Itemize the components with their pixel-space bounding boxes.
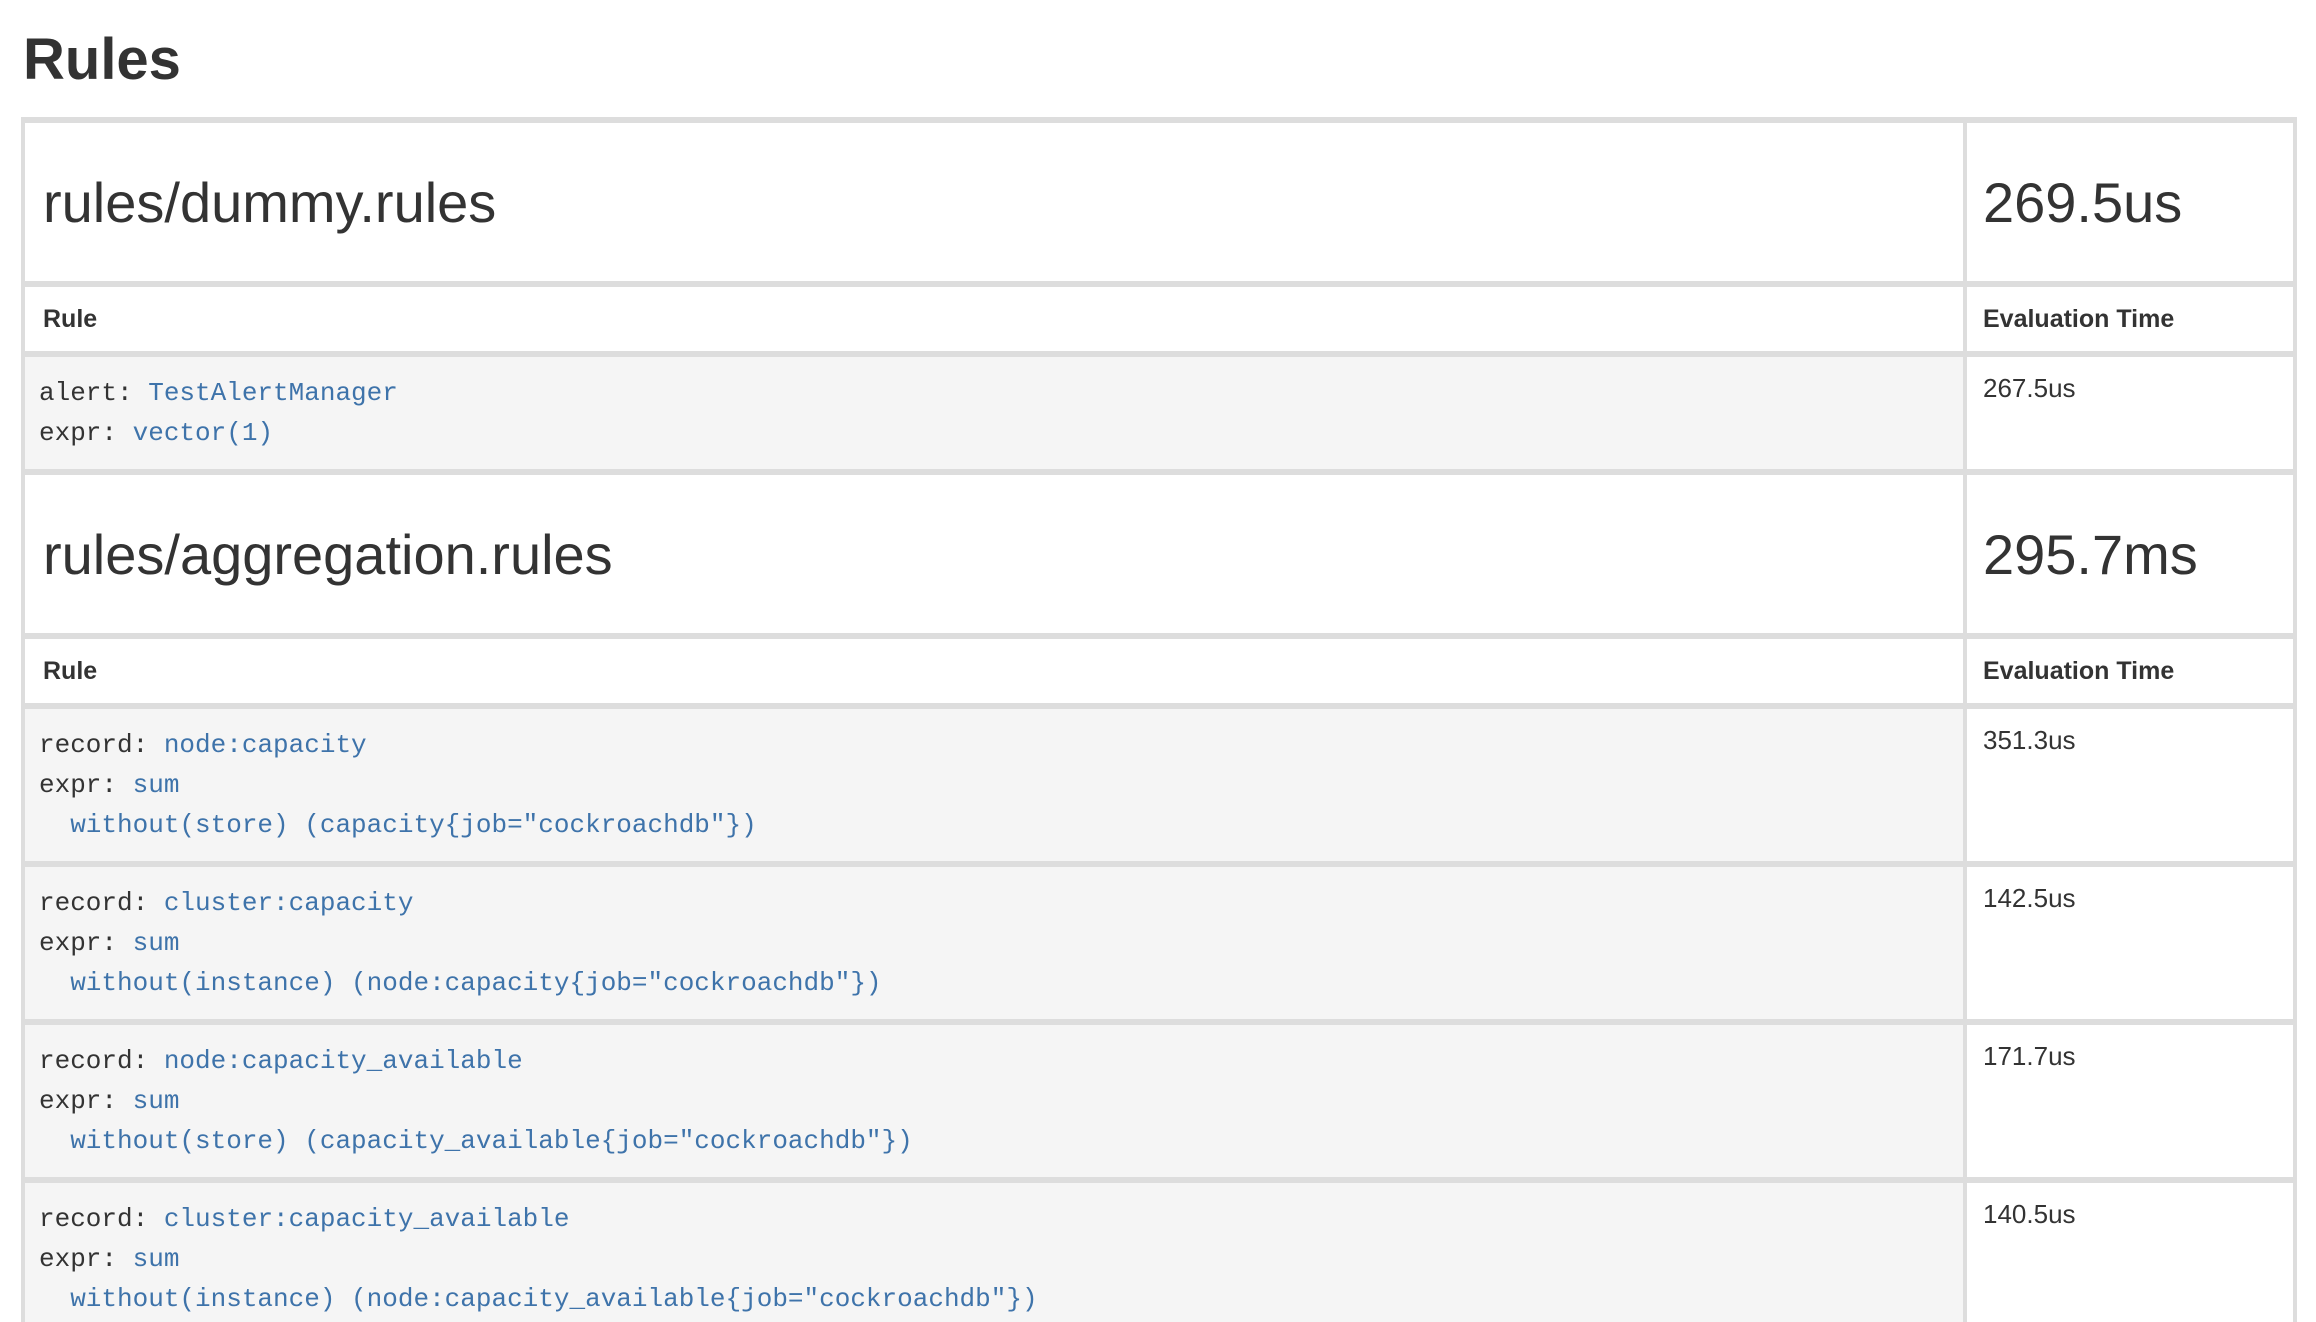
column-header-rule: Rule bbox=[23, 636, 1965, 706]
rule-code: record: cluster:capacity_available expr:… bbox=[39, 1199, 1949, 1319]
rule-code: record: node:capacity_available expr: su… bbox=[39, 1041, 1949, 1161]
rule-row: record: node:capacity expr: sum without(… bbox=[23, 706, 2295, 864]
column-header-row: RuleEvaluation Time bbox=[23, 636, 2295, 706]
rule-evaluation-time-value: 142.5us bbox=[1965, 864, 2295, 1022]
rule-code: record: cluster:capacity expr: sum witho… bbox=[39, 883, 1949, 1003]
rule-group-file-name: rules/dummy.rules bbox=[23, 120, 1965, 284]
rule-code-link[interactable]: sum without(store) (capacity_available{j… bbox=[39, 1086, 913, 1156]
rule-group-total-evaluation-time: 269.5us bbox=[1965, 120, 2295, 284]
rule-row: record: node:capacity_available expr: su… bbox=[23, 1022, 2295, 1180]
rule-group-header-row: rules/dummy.rules269.5us bbox=[23, 120, 2295, 284]
rule-code-link[interactable]: sum without(instance) (node:capacity_ava… bbox=[39, 1244, 1038, 1314]
rule-definition-cell: record: node:capacity_available expr: su… bbox=[23, 1022, 1965, 1180]
rule-code: alert: TestAlertManager expr: vector(1) bbox=[39, 373, 1949, 453]
rules-table: rules/dummy.rules269.5usRuleEvaluation T… bbox=[21, 117, 2297, 1322]
rule-row: alert: TestAlertManager expr: vector(1)2… bbox=[23, 354, 2295, 472]
rule-code-link[interactable]: cluster:capacity bbox=[164, 888, 414, 918]
rule-code-link[interactable]: sum without(store) (capacity{job="cockro… bbox=[39, 770, 757, 840]
rule-definition-cell: record: node:capacity expr: sum without(… bbox=[23, 706, 1965, 864]
rule-group-header-row: rules/aggregation.rules295.7ms bbox=[23, 472, 2295, 636]
rule-row: record: cluster:capacity expr: sum witho… bbox=[23, 864, 2295, 1022]
rule-definition-cell: alert: TestAlertManager expr: vector(1) bbox=[23, 354, 1965, 472]
rule-code-link[interactable]: node:capacity_available bbox=[164, 1046, 523, 1076]
column-header-evaluation-time: Evaluation Time bbox=[1965, 636, 2295, 706]
rule-group-total-evaluation-time: 295.7ms bbox=[1965, 472, 2295, 636]
rule-definition-cell: record: cluster:capacity_available expr:… bbox=[23, 1180, 1965, 1322]
column-header-rule: Rule bbox=[23, 284, 1965, 354]
page-title: Rules bbox=[23, 26, 2293, 93]
rule-definition-cell: record: cluster:capacity expr: sum witho… bbox=[23, 864, 1965, 1022]
rules-page: Rules rules/dummy.rules269.5usRuleEvalua… bbox=[0, 26, 2316, 1322]
column-header-row: RuleEvaluation Time bbox=[23, 284, 2295, 354]
rule-code: record: node:capacity expr: sum without(… bbox=[39, 725, 1949, 845]
rule-evaluation-time-value: 140.5us bbox=[1965, 1180, 2295, 1322]
rule-evaluation-time-value: 171.7us bbox=[1965, 1022, 2295, 1180]
rule-evaluation-time-value: 267.5us bbox=[1965, 354, 2295, 472]
rule-row: record: cluster:capacity_available expr:… bbox=[23, 1180, 2295, 1322]
column-header-evaluation-time: Evaluation Time bbox=[1965, 284, 2295, 354]
rule-group-file-name: rules/aggregation.rules bbox=[23, 472, 1965, 636]
rule-evaluation-time-value: 351.3us bbox=[1965, 706, 2295, 864]
rule-code-link[interactable]: TestAlertManager bbox=[148, 378, 398, 408]
rule-code-link[interactable]: sum without(instance) (node:capacity{job… bbox=[39, 928, 882, 998]
rule-code-link[interactable]: node:capacity bbox=[164, 730, 367, 760]
rule-code-link[interactable]: vector(1) bbox=[133, 418, 273, 448]
rule-code-link[interactable]: cluster:capacity_available bbox=[164, 1204, 570, 1234]
